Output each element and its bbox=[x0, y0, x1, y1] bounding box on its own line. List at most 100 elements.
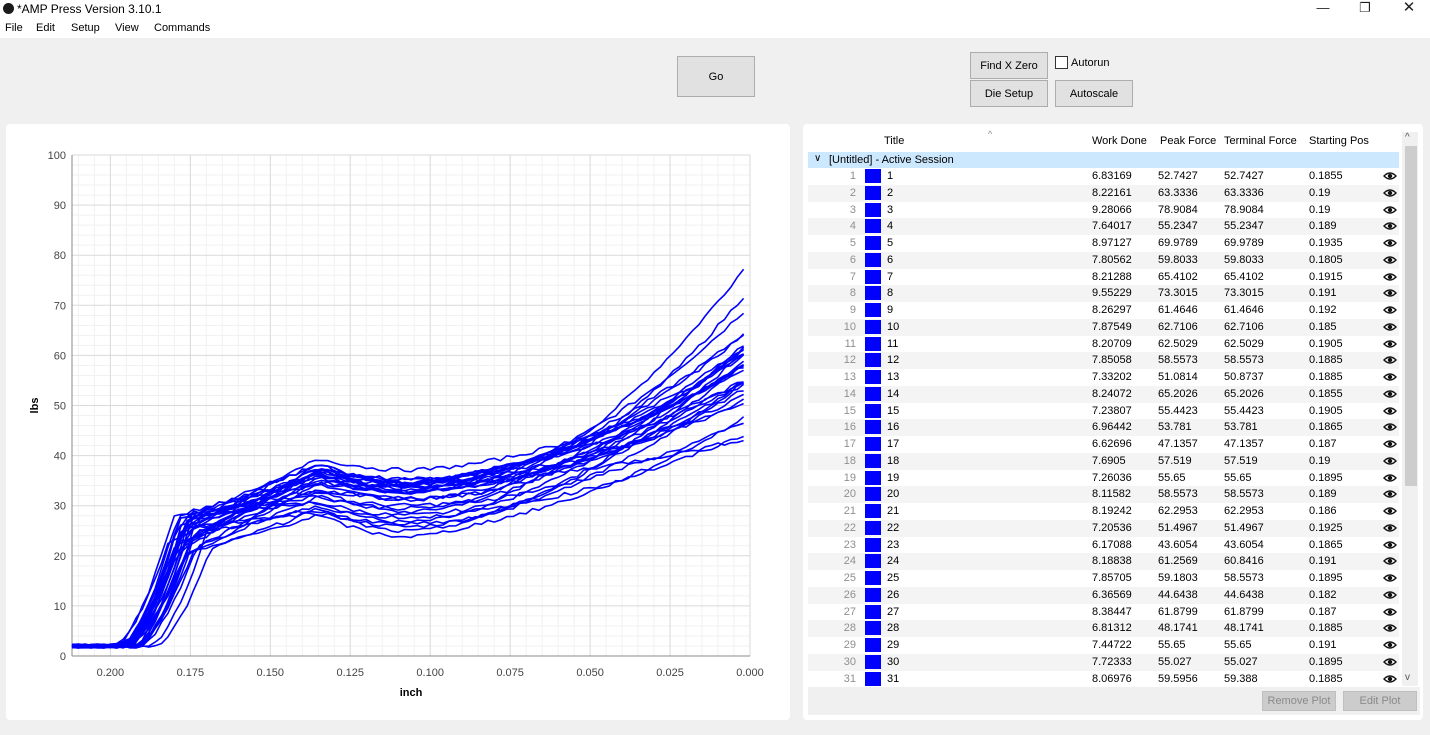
table-row[interactable]: 28 28 6.81312 48.1741 48.1741 0.1885 bbox=[808, 620, 1399, 637]
eye-icon[interactable] bbox=[1383, 588, 1397, 602]
eye-icon[interactable] bbox=[1383, 303, 1397, 317]
force-curve-chart[interactable]: 0 10 20 30 40 50 60 70 80 90 100 0.200 0.175 0.150 0.1… bbox=[6, 124, 790, 720]
table-row[interactable]: 18 18 7.6905 57.519 57.519 0.19 bbox=[808, 452, 1399, 470]
table-row[interactable]: 15 15 7.23807 55.4423 55.4423 0.1905 bbox=[808, 403, 1399, 420]
table-row[interactable]: 21 21 8.19242 62.2953 62.2953 0.186 bbox=[808, 503, 1399, 520]
column-work-done[interactable]: Work Done bbox=[1092, 135, 1147, 147]
table-row[interactable]: 8 8 9.55229 73.3015 73.3015 0.191 bbox=[808, 285, 1399, 302]
table-row[interactable]: 29 29 7.44722 55.65 55.65 0.191 bbox=[808, 637, 1399, 654]
table-row[interactable]: 12 12 7.85058 58.5573 58.5573 0.1885 bbox=[808, 352, 1399, 369]
color-swatch[interactable] bbox=[865, 437, 881, 451]
eye-icon[interactable] bbox=[1383, 420, 1397, 434]
eye-icon[interactable] bbox=[1383, 404, 1397, 418]
eye-icon[interactable] bbox=[1383, 236, 1397, 250]
eye-icon[interactable] bbox=[1383, 186, 1397, 200]
eye-icon[interactable] bbox=[1383, 605, 1397, 619]
autorun-checkbox[interactable] bbox=[1055, 56, 1068, 69]
color-swatch[interactable] bbox=[865, 403, 881, 418]
table-row[interactable]: 5 5 8.97127 69.9789 69.9789 0.1935 bbox=[808, 235, 1399, 252]
color-swatch[interactable] bbox=[865, 487, 881, 502]
scroll-down-arrow-icon[interactable]: v bbox=[1405, 672, 1410, 683]
color-swatch[interactable] bbox=[865, 671, 881, 686]
close-button[interactable]: ✕ bbox=[1386, 0, 1430, 18]
menu-commands[interactable]: Commands bbox=[154, 22, 210, 34]
table-row[interactable]: 1 1 6.83169 52.7427 52.7427 0.1855 bbox=[808, 168, 1399, 185]
eye-icon[interactable] bbox=[1383, 270, 1397, 284]
eye-icon[interactable] bbox=[1383, 370, 1397, 384]
eye-icon[interactable] bbox=[1383, 504, 1397, 518]
color-swatch[interactable] bbox=[865, 537, 881, 552]
table-row[interactable]: 2 2 8.22161 63.3336 63.3336 0.19 bbox=[808, 184, 1399, 202]
autoscale-button[interactable]: Autoscale bbox=[1055, 80, 1133, 107]
table-row[interactable]: 7 7 8.21288 65.4102 65.4102 0.1915 bbox=[808, 269, 1399, 286]
color-swatch[interactable] bbox=[865, 169, 881, 183]
color-swatch[interactable] bbox=[865, 185, 881, 200]
eye-icon[interactable] bbox=[1383, 487, 1397, 501]
eye-icon[interactable] bbox=[1383, 253, 1397, 267]
table-row[interactable]: 13 13 7.33202 51.0814 50.8737 0.1885 bbox=[808, 369, 1399, 386]
table-scrollbar[interactable]: ^ v bbox=[1402, 132, 1418, 686]
column-terminal-force[interactable]: Terminal Force bbox=[1224, 135, 1297, 147]
eye-icon[interactable] bbox=[1383, 571, 1397, 585]
eye-icon[interactable] bbox=[1383, 437, 1397, 451]
eye-icon[interactable] bbox=[1383, 320, 1397, 334]
color-swatch[interactable] bbox=[865, 638, 881, 652]
color-swatch[interactable] bbox=[865, 219, 881, 234]
table-row[interactable]: 9 9 8.26297 61.4646 61.4646 0.192 bbox=[808, 302, 1399, 319]
chevron-down-icon[interactable]: ∨ bbox=[814, 153, 821, 164]
color-swatch[interactable] bbox=[865, 353, 881, 368]
table-row[interactable]: 31 31 8.06976 59.5956 59.388 0.1885 bbox=[808, 671, 1399, 688]
color-swatch[interactable] bbox=[865, 303, 881, 317]
menu-file[interactable]: File bbox=[5, 22, 23, 34]
eye-icon[interactable] bbox=[1383, 672, 1397, 686]
table-row[interactable]: 11 11 8.20709 62.5029 62.5029 0.1905 bbox=[808, 336, 1399, 353]
eye-icon[interactable] bbox=[1383, 454, 1397, 468]
table-row[interactable]: 14 14 8.24072 65.2026 65.2026 0.1855 bbox=[808, 385, 1399, 403]
color-swatch[interactable] bbox=[865, 286, 881, 301]
restore-button[interactable]: ❐ bbox=[1342, 0, 1388, 18]
die-setup-button[interactable]: Die Setup bbox=[970, 80, 1048, 107]
table-row[interactable]: 3 3 9.28066 78.9084 78.9084 0.19 bbox=[808, 202, 1399, 219]
table-row[interactable]: 23 23 6.17088 43.6054 43.6054 0.1865 bbox=[808, 537, 1399, 554]
eye-icon[interactable] bbox=[1383, 538, 1397, 552]
minimize-button[interactable]: — bbox=[1300, 0, 1346, 18]
eye-icon[interactable] bbox=[1383, 554, 1397, 568]
table-row[interactable]: 19 19 7.26036 55.65 55.65 0.1895 bbox=[808, 470, 1399, 487]
eye-icon[interactable] bbox=[1383, 219, 1397, 233]
session-group-row[interactable]: ∨ [Untitled] - Active Session bbox=[808, 152, 1399, 168]
eye-icon[interactable] bbox=[1383, 655, 1397, 669]
eye-icon[interactable] bbox=[1383, 353, 1397, 367]
color-swatch[interactable] bbox=[865, 554, 881, 569]
table-row[interactable]: 17 17 6.62696 47.1357 47.1357 0.187 bbox=[808, 436, 1399, 453]
table-row[interactable]: 26 26 6.36569 44.6438 44.6438 0.182 bbox=[808, 586, 1399, 604]
column-title[interactable]: Title bbox=[884, 135, 904, 147]
color-swatch[interactable] bbox=[865, 453, 881, 468]
column-starting-pos[interactable]: Starting Pos bbox=[1309, 135, 1369, 147]
find-x-zero-button[interactable]: Find X Zero bbox=[970, 52, 1048, 79]
column-peak-force[interactable]: Peak Force bbox=[1160, 135, 1216, 147]
table-row[interactable]: 22 22 7.20536 51.4967 51.4967 0.1925 bbox=[808, 519, 1399, 537]
edit-plot-button[interactable]: Edit Plot bbox=[1343, 691, 1417, 711]
table-row[interactable]: 27 27 8.38447 61.8799 61.8799 0.187 bbox=[808, 604, 1399, 621]
table-row[interactable]: 20 20 8.11582 58.5573 58.5573 0.189 bbox=[808, 486, 1399, 503]
color-swatch[interactable] bbox=[865, 236, 881, 250]
table-row[interactable]: 30 30 7.72333 55.027 55.027 0.1895 bbox=[808, 653, 1399, 671]
menu-edit[interactable]: Edit bbox=[36, 22, 55, 34]
go-button[interactable]: Go bbox=[677, 56, 755, 97]
scroll-thumb[interactable] bbox=[1405, 146, 1417, 486]
eye-icon[interactable] bbox=[1383, 169, 1397, 183]
eye-icon[interactable] bbox=[1383, 387, 1397, 401]
color-swatch[interactable] bbox=[865, 386, 881, 401]
color-swatch[interactable] bbox=[865, 269, 881, 284]
table-row[interactable]: 6 6 7.80562 59.8033 59.8033 0.1805 bbox=[808, 251, 1399, 269]
color-swatch[interactable] bbox=[865, 504, 881, 518]
table-row[interactable]: 4 4 7.64017 55.2347 55.2347 0.189 bbox=[808, 218, 1399, 235]
scroll-up-arrow-icon[interactable]: ^ bbox=[1405, 132, 1410, 143]
color-swatch[interactable] bbox=[865, 520, 881, 535]
color-swatch[interactable] bbox=[865, 319, 881, 334]
table-row[interactable]: 24 24 8.18838 61.2569 60.8416 0.191 bbox=[808, 553, 1399, 570]
color-swatch[interactable] bbox=[865, 202, 881, 217]
menu-setup[interactable]: Setup bbox=[71, 22, 100, 34]
color-swatch[interactable] bbox=[865, 370, 881, 384]
color-swatch[interactable] bbox=[865, 571, 881, 585]
